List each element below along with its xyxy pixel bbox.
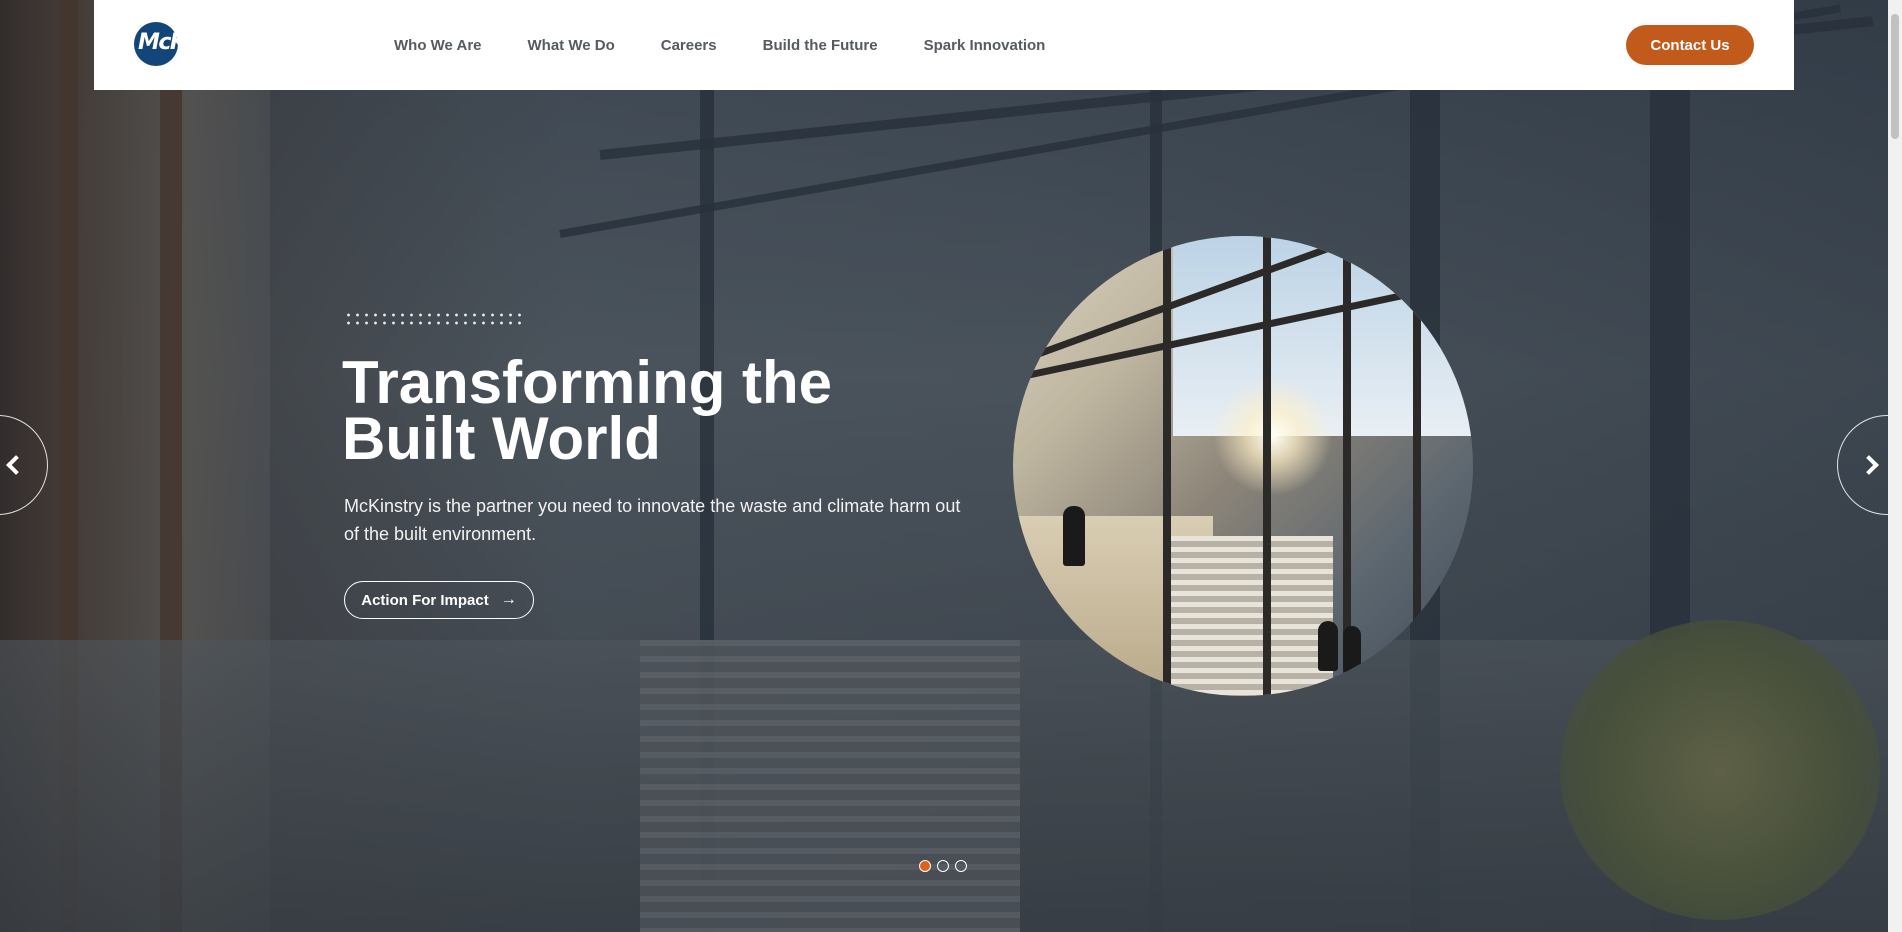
- logo-wordmark: McKinstry: [138, 30, 250, 55]
- hero-subtext: McKinstry is the partner you need to inn…: [344, 496, 961, 544]
- site-header: McKinstry Who We Are What We Do Careers …: [94, 0, 1794, 90]
- photo-person: [1343, 626, 1361, 672]
- contact-us-button[interactable]: Contact Us: [1626, 25, 1754, 65]
- arrow-right-icon: →: [500, 591, 517, 608]
- cta-label: Action For Impact: [361, 591, 489, 609]
- photo-frame: [1263, 236, 1271, 696]
- nav-careers[interactable]: Careers: [661, 37, 717, 54]
- photo-stairs: [1163, 536, 1333, 696]
- pagination-dot[interactable]: [919, 860, 931, 872]
- pagination-dot[interactable]: [937, 860, 949, 872]
- nav-spark-innovation[interactable]: Spark Innovation: [924, 37, 1046, 54]
- chevron-left-icon: [6, 455, 26, 475]
- nav-what-we-do[interactable]: What We Do: [528, 37, 615, 54]
- photo-person: [1063, 506, 1085, 566]
- dotted-divider: [344, 311, 524, 325]
- feature-photo: [1013, 236, 1473, 696]
- carousel-pagination: [919, 860, 967, 872]
- scrollbar-thumb[interactable]: [1891, 14, 1899, 139]
- nav-who-we-are[interactable]: Who We Are: [394, 37, 482, 54]
- photo-person: [1318, 621, 1338, 671]
- action-for-impact-button[interactable]: Action For Impact →: [344, 581, 534, 619]
- nav-build-the-future[interactable]: Build the Future: [763, 37, 878, 54]
- pagination-dot[interactable]: [955, 860, 967, 872]
- mckinstry-logo[interactable]: McKinstry: [134, 22, 250, 68]
- photo-frame: [1413, 236, 1421, 696]
- photo-sun-glow: [1213, 376, 1333, 496]
- main-nav: Who We Are What We Do Careers Build the …: [394, 0, 1091, 90]
- chevron-right-icon: [1859, 455, 1879, 475]
- page-scrollbar[interactable]: [1888, 0, 1902, 932]
- hero-headline: Transforming the Built World: [342, 349, 833, 472]
